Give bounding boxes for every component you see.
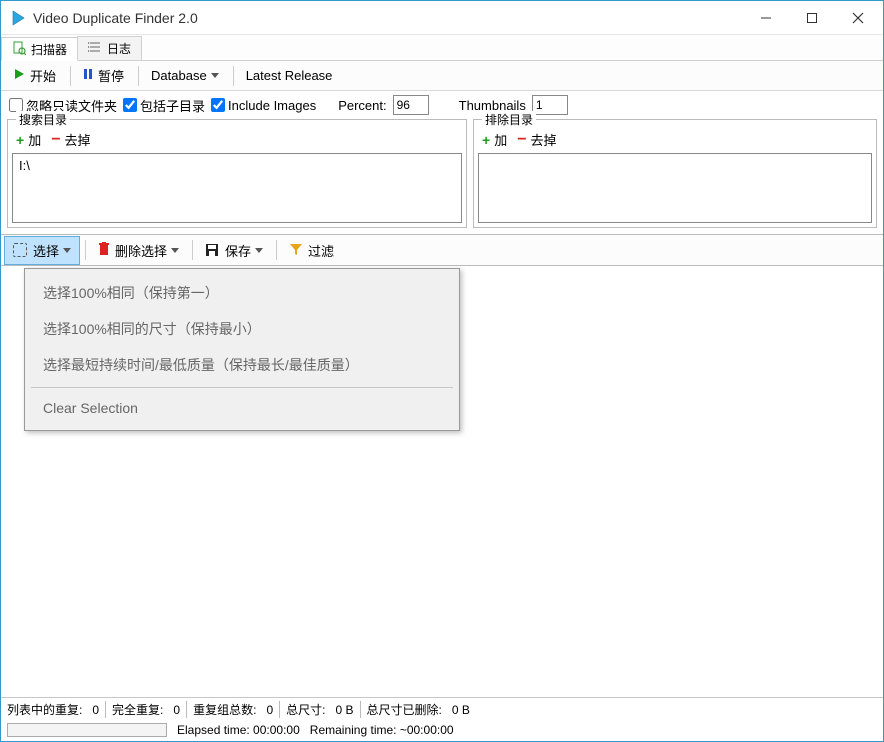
- menu-item-100-identical[interactable]: 选择100%相同（保持第一）: [25, 275, 459, 311]
- checkbox[interactable]: [9, 98, 23, 112]
- save-button[interactable]: 保存: [197, 237, 271, 264]
- delete-selection-button[interactable]: 删除选择: [90, 237, 187, 264]
- app-icon: [9, 9, 27, 27]
- list-item[interactable]: I:\: [19, 158, 455, 173]
- stat-total-size: 总尺寸: 0 B: [280, 701, 360, 718]
- separator: [70, 66, 71, 86]
- remove-search-dir-button[interactable]: 去掉: [65, 130, 91, 149]
- database-button[interactable]: Database: [143, 65, 227, 86]
- percent-input[interactable]: [393, 95, 429, 115]
- select-dropdown-menu: 选择100%相同（保持第一） 选择100%相同的尺寸（保持最小） 选择最短持续时…: [24, 268, 460, 431]
- search-dirs-list[interactable]: I:\: [12, 153, 462, 223]
- window-title: Video Duplicate Finder 2.0: [33, 10, 743, 26]
- tab-label: 扫描器: [31, 41, 67, 58]
- checkbox[interactable]: [123, 98, 137, 112]
- play-icon: [13, 68, 25, 83]
- fieldset-legend: 搜索目录: [16, 111, 70, 128]
- button-label: 开始: [30, 66, 56, 85]
- maximize-button[interactable]: [789, 2, 835, 34]
- button-label: 保存: [225, 241, 251, 260]
- menu-item-shortest-lowest[interactable]: 选择最短持续时间/最低质量（保持最长/最佳质量）: [25, 347, 459, 383]
- chevron-down-icon: [171, 248, 179, 253]
- pause-button[interactable]: 暂停: [75, 63, 132, 88]
- include-images-checkbox[interactable]: Include Images: [211, 98, 316, 113]
- progress-bar: [7, 723, 167, 737]
- checkbox[interactable]: [211, 98, 225, 112]
- start-button[interactable]: 开始: [5, 63, 64, 88]
- separator: [138, 66, 139, 86]
- fieldset-legend: 排除目录: [482, 111, 536, 128]
- button-label: 过滤: [308, 241, 334, 260]
- separator: [276, 240, 277, 260]
- status-bar-stats: 列表中的重复: 0 完全重复: 0 重复组总数: 0 总尺寸: 0 B 总尺寸已…: [1, 697, 883, 721]
- tab-label: 日志: [107, 40, 131, 57]
- stat-dup-in-list: 列表中的重复: 0: [7, 701, 106, 718]
- include-subdirs-checkbox[interactable]: 包括子目录: [123, 96, 205, 115]
- list-icon: [88, 40, 102, 57]
- exclude-dirs-fieldset: 排除目录 + 加 − 去掉: [473, 119, 877, 228]
- separator: [233, 66, 234, 86]
- search-dirs-fieldset: 搜索目录 + 加 − 去掉 I:\: [7, 119, 467, 228]
- add-exclude-dir-button[interactable]: 加: [494, 130, 511, 149]
- magnify-doc-icon: [12, 41, 26, 58]
- button-label: Latest Release: [246, 68, 333, 83]
- button-label: 暂停: [98, 66, 124, 85]
- chevron-down-icon: [211, 73, 219, 78]
- button-label: 删除选择: [115, 241, 167, 260]
- elapsed-time: Elapsed time: 00:00:00: [177, 723, 300, 737]
- remove-exclude-dir-button[interactable]: 去掉: [531, 130, 557, 149]
- tab-scanner[interactable]: 扫描器: [1, 37, 78, 61]
- action-toolbar: 选择 删除选择 保存 过滤: [1, 234, 883, 266]
- selection-icon: [13, 243, 27, 257]
- main-toolbar: 开始 暂停 Database Latest Release: [1, 61, 883, 91]
- directories-row: 搜索目录 + 加 − 去掉 I:\ 排除目录 + 加 − 去掉: [1, 119, 883, 234]
- button-label: 选择: [33, 241, 59, 260]
- exclude-dirs-list[interactable]: [478, 153, 872, 223]
- button-label: Database: [151, 68, 207, 83]
- separator: [85, 240, 86, 260]
- funnel-icon: [289, 242, 303, 259]
- stat-dup-groups: 重复组总数: 0: [187, 701, 280, 718]
- add-search-dir-button[interactable]: 加: [28, 130, 45, 149]
- menu-item-100-size[interactable]: 选择100%相同的尺寸（保持最小）: [25, 311, 459, 347]
- select-dropdown-button[interactable]: 选择: [4, 236, 80, 265]
- plus-icon: +: [482, 132, 490, 148]
- checkbox-label: 包括子目录: [140, 96, 205, 115]
- status-bar-time: Elapsed time: 00:00:00 Remaining time: ~…: [1, 721, 883, 741]
- filter-button[interactable]: 过滤: [281, 237, 342, 264]
- checkbox-label: Include Images: [228, 98, 316, 113]
- close-button[interactable]: [835, 2, 881, 34]
- stat-full-dup: 完全重复: 0: [106, 701, 187, 718]
- separator: [192, 240, 193, 260]
- tab-strip: 扫描器 日志: [1, 35, 883, 61]
- percent-label: Percent:: [338, 98, 386, 113]
- chevron-down-icon: [63, 248, 71, 253]
- options-row: 忽略只读文件夹 包括子目录 Include Images Percent: Th…: [1, 91, 883, 119]
- thumbnails-input[interactable]: [532, 95, 568, 115]
- latest-release-button[interactable]: Latest Release: [238, 65, 341, 86]
- minimize-button[interactable]: [743, 2, 789, 34]
- chevron-down-icon: [255, 248, 263, 253]
- menu-item-clear-selection[interactable]: Clear Selection: [25, 392, 459, 424]
- stat-total-deleted: 总尺寸已删除: 0 B: [361, 701, 476, 718]
- minus-icon: −: [51, 131, 60, 149]
- minus-icon: −: [517, 131, 526, 149]
- trash-icon: [98, 242, 110, 259]
- plus-icon: +: [16, 132, 24, 148]
- pause-icon: [83, 68, 93, 83]
- remaining-time: Remaining time: ~00:00:00: [310, 723, 454, 737]
- tab-log[interactable]: 日志: [77, 36, 142, 60]
- save-icon: [205, 243, 219, 257]
- menu-separator: [31, 387, 453, 388]
- title-bar: Video Duplicate Finder 2.0: [1, 1, 883, 35]
